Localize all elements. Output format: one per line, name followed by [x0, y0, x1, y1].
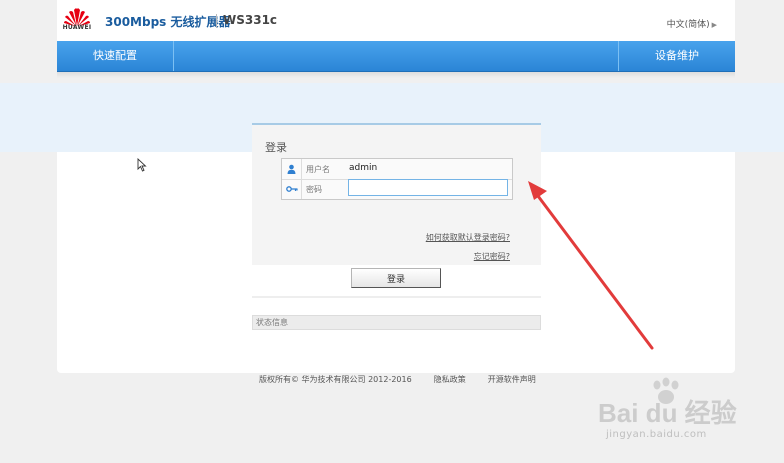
password-row: 密码 [282, 179, 512, 199]
section-divider [252, 296, 541, 298]
password-label: 密码 [306, 185, 322, 194]
footer: 版权所有© 华为技术有限公司 2012-2016 隐私政策 开源软件声明 [259, 374, 558, 385]
nav-quick-setup[interactable]: 快速配置 [57, 41, 174, 71]
watermark-main-text: Bai du 经验 [598, 398, 737, 428]
default-password-help-link[interactable]: 如何获取默认登录密码? [426, 232, 510, 243]
brand-logo-text: HUAWEI [62, 24, 92, 31]
copyright-text: 版权所有© 华为技术有限公司 2012-2016 [259, 375, 412, 384]
model-name: WS331c [223, 13, 278, 27]
login-form: 用户名 admin 密码 [281, 158, 513, 200]
username-label: 用户名 [306, 165, 330, 174]
huawei-logo-icon [63, 6, 91, 36]
baidu-watermark: Bai du 经验 jingyan.baidu.com [598, 377, 758, 447]
status-info-bar: 状态信息 [252, 315, 541, 330]
header-separator [216, 14, 217, 28]
caret-right-icon: ▶ [711, 21, 717, 29]
open-source-link[interactable]: 开源软件声明 [488, 375, 536, 384]
language-label: 中文(简体) [666, 20, 710, 30]
nav-device-maintenance[interactable]: 设备维护 [618, 41, 735, 71]
watermark-url-text: jingyan.baidu.com [606, 429, 707, 440]
login-panel: 登录 用户名 admin 密码 如何获取默认登录密码? 忘记密码? [252, 123, 541, 265]
user-icon [282, 159, 302, 179]
mouse-cursor-icon [137, 157, 147, 176]
product-name: 300Mbps 无线扩展器 [105, 15, 231, 29]
forgot-password-link[interactable]: 忘记密码? [474, 251, 510, 262]
privacy-policy-link[interactable]: 隐私政策 [434, 375, 466, 384]
language-selector[interactable]: 中文(简体) ▶ [667, 17, 717, 30]
main-nav: 快速配置 设备维护 [57, 41, 735, 72]
password-input[interactable] [348, 179, 508, 196]
username-row: 用户名 admin [282, 159, 512, 180]
top-header: HUAWEI 300Mbps 无线扩展器 WS331c 中文(简体) ▶ [57, 0, 735, 41]
username-field[interactable]: admin [349, 163, 377, 173]
login-button[interactable]: 登录 [351, 268, 441, 288]
login-title: 登录 [265, 141, 287, 154]
nav-shadow [57, 72, 735, 78]
key-icon [282, 179, 302, 199]
